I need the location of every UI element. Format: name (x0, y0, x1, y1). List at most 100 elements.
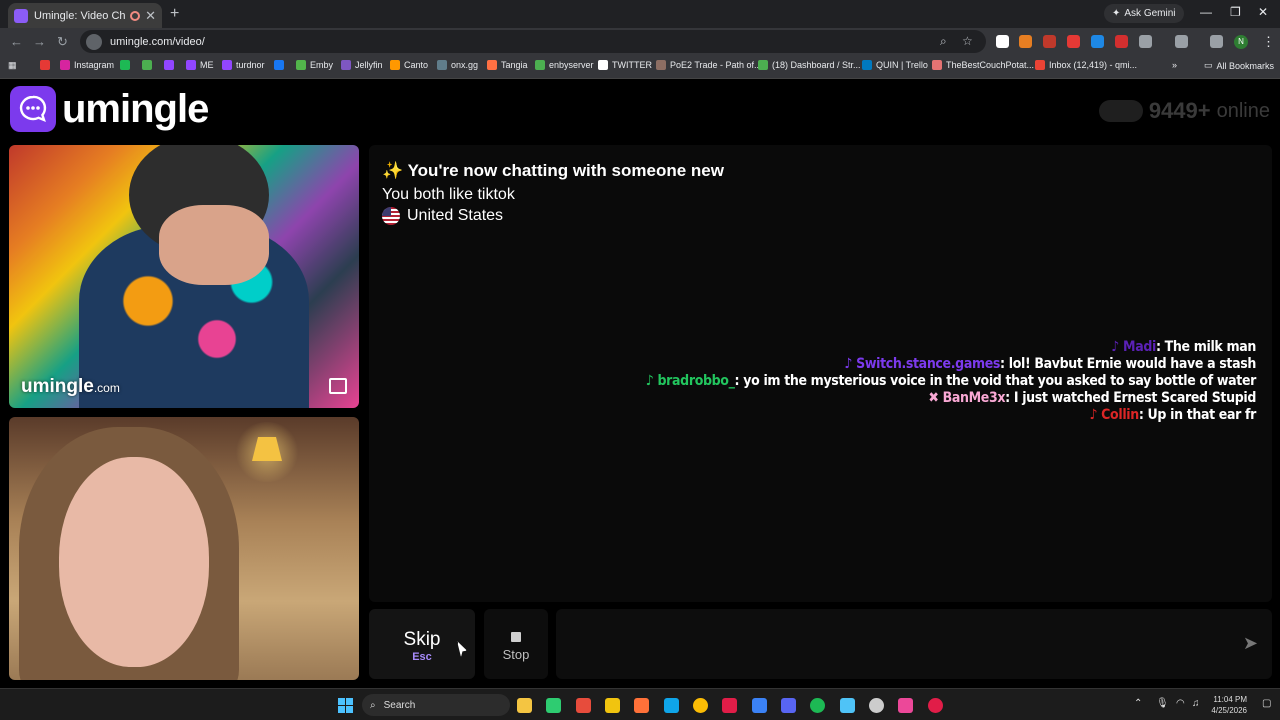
tiktok-icon: ♪ (844, 356, 853, 372)
firefox-icon[interactable] (634, 698, 649, 713)
umingle-logo[interactable]: umingle (10, 86, 209, 132)
all-bookmarks-button[interactable]: ▭ All Bookmarks (1204, 60, 1274, 71)
chrome-icon[interactable] (693, 698, 708, 713)
close-window-icon[interactable]: ✕ (1258, 5, 1268, 19)
bookmark-twitter[interactable]: TWITTER (598, 60, 652, 70)
back-icon[interactable]: ← (10, 34, 23, 49)
youtube-extension-icon[interactable] (1067, 35, 1080, 48)
intro-title-text: You're now chatting with someone new (407, 161, 724, 180)
sticky-notes-icon[interactable] (605, 698, 620, 713)
message-text: : Up in that ear fr (1138, 407, 1257, 423)
bookmarks-overflow-icon[interactable]: » (1172, 60, 1177, 70)
app-icon[interactable] (546, 698, 561, 713)
message-text: : The milk man (1155, 339, 1256, 355)
forward-icon[interactable]: → (33, 34, 46, 49)
side-panel-icon[interactable] (1175, 35, 1188, 48)
us-flag-icon (382, 207, 400, 225)
online-toggle[interactable] (1098, 100, 1143, 122)
spotify-icon[interactable] (810, 698, 825, 713)
ask-gemini-button[interactable]: ✦ Ask Gemini (1104, 4, 1184, 23)
app-icon[interactable] (928, 698, 943, 713)
message-text: : I just watched Ernest Scared Stupid (1005, 390, 1256, 406)
discord-icon[interactable] (781, 698, 796, 713)
menu-kebab-icon[interactable]: ⋮ (1262, 34, 1275, 50)
recording-icon (130, 10, 141, 21)
browser-tab-umingle[interactable]: Umingle: Video Chat with S ✕ (8, 3, 162, 28)
file-explorer-icon[interactable] (517, 698, 532, 713)
report-flag-icon[interactable] (329, 378, 347, 394)
start-windows-icon[interactable] (338, 698, 353, 713)
bookmark-facebook[interactable] (274, 60, 284, 70)
bookmark-dashboard[interactable]: (18) Dashboard / Str... (758, 60, 861, 70)
chat-message: ♪ Collin: Up in that ear fr (646, 407, 1256, 424)
extension-icon[interactable] (1091, 35, 1104, 48)
apps-grid-icon[interactable]: ▦ (8, 60, 17, 71)
bookmarks-bar: ▦ Instagram ME turdnor Emby Jellyfin Can… (0, 55, 1280, 79)
edge-icon[interactable] (664, 698, 679, 713)
notepad-icon[interactable] (840, 698, 855, 713)
stranger-video: umingle.com (9, 145, 359, 408)
message-text: : lol! Bavbut Ernie would have a stash (1000, 356, 1256, 372)
chat-message: ♪ Madi: The milk man (646, 339, 1256, 356)
extension-icon[interactable] (1115, 35, 1128, 48)
bookmark-jellyfin[interactable]: Jellyfin (341, 60, 383, 70)
bookmark-tangia[interactable]: Tangia (487, 60, 528, 70)
minimize-icon[interactable]: — (1200, 5, 1212, 19)
bookmark-emby[interactable]: Emby (296, 60, 333, 70)
media-controls-icon[interactable] (1210, 35, 1223, 48)
swords-icon: ✖ (928, 390, 939, 406)
windows-taskbar: ⌕ Search ⌃ 🎙 ◠ ♫ 11:04 PM 4/25/2026 ▢ (0, 688, 1280, 720)
bookmark-star-icon[interactable]: ☆ (962, 34, 973, 48)
app-icon[interactable] (722, 698, 737, 713)
extension-k-icon[interactable] (996, 35, 1009, 48)
bookmark-turdnor[interactable]: turdnor (222, 60, 265, 70)
microphone-icon[interactable]: 🎙 (1156, 698, 1169, 709)
tiktok-icon[interactable] (898, 698, 913, 713)
address-bar[interactable]: umingle.com/video/ ⌕ ☆ (80, 30, 986, 53)
zoom-icon[interactable]: ⌕ (940, 34, 947, 49)
volume-icon[interactable]: ♫ (1192, 698, 1200, 709)
bookmark-canto[interactable]: Canto (390, 60, 428, 70)
bookmark-trello[interactable]: QUIN | Trello (862, 60, 928, 70)
maximize-icon[interactable]: ❐ (1230, 5, 1241, 19)
bookmark-icon[interactable] (142, 60, 152, 70)
bookmark-youtube[interactable] (40, 60, 50, 70)
extension-icon[interactable] (1019, 35, 1032, 48)
extension-icon[interactable] (1043, 35, 1056, 48)
notifications-icon[interactable]: ▢ (1262, 698, 1271, 709)
bookmark-label: turdnor (236, 60, 265, 70)
bookmark-instagram[interactable]: Instagram (60, 60, 114, 70)
search-label: Search (383, 699, 416, 711)
wifi-icon[interactable]: ◠ (1176, 698, 1185, 709)
bookmark-onx[interactable]: onx.gg (437, 60, 478, 70)
app-icon[interactable] (752, 698, 767, 713)
send-icon[interactable]: ➤ (1243, 633, 1258, 654)
bookmark-poe2[interactable]: PoE2 Trade - Path of... (656, 60, 762, 70)
bookmark-me[interactable]: ME (186, 60, 214, 70)
chat-message-input[interactable]: ➤ (556, 609, 1272, 679)
clock-time: 11:04 PM (1213, 695, 1247, 704)
gemini-icon: ✦ (1112, 8, 1121, 19)
profile-avatar[interactable]: N (1234, 35, 1248, 49)
site-info-icon[interactable] (86, 33, 102, 50)
country-text: United States (407, 207, 504, 224)
bookmark-gmail[interactable]: Inbox (12,419) - qmi... (1035, 60, 1137, 70)
bookmark-twitch[interactable] (164, 60, 174, 70)
app-icon[interactable] (576, 698, 591, 713)
extensions-puzzle-icon[interactable] (1139, 35, 1152, 48)
tiktok-icon: ♪ (1111, 339, 1119, 355)
bookmark-spotify[interactable] (120, 60, 130, 70)
umingle-favicon-icon (14, 8, 28, 23)
taskbar-search[interactable]: ⌕ Search (362, 694, 510, 716)
tray-chevron-icon[interactable]: ⌃ (1134, 698, 1142, 709)
sparkle-icon: ✨ (382, 161, 404, 180)
obs-icon[interactable] (869, 698, 884, 713)
bookmark-couchpotato[interactable]: TheBestCouchPotat... (932, 60, 1034, 70)
bookmark-label: enbyserver (549, 60, 594, 70)
stop-button[interactable]: Stop (484, 609, 548, 679)
taskbar-clock[interactable]: 11:04 PM 4/25/2026 (1211, 694, 1247, 716)
close-tab-icon[interactable]: ✕ (145, 8, 156, 24)
new-tab-button[interactable]: + (170, 5, 179, 23)
bookmark-enbyserver[interactable]: enbyserver (535, 60, 594, 70)
reload-icon[interactable]: ↻ (57, 34, 68, 50)
